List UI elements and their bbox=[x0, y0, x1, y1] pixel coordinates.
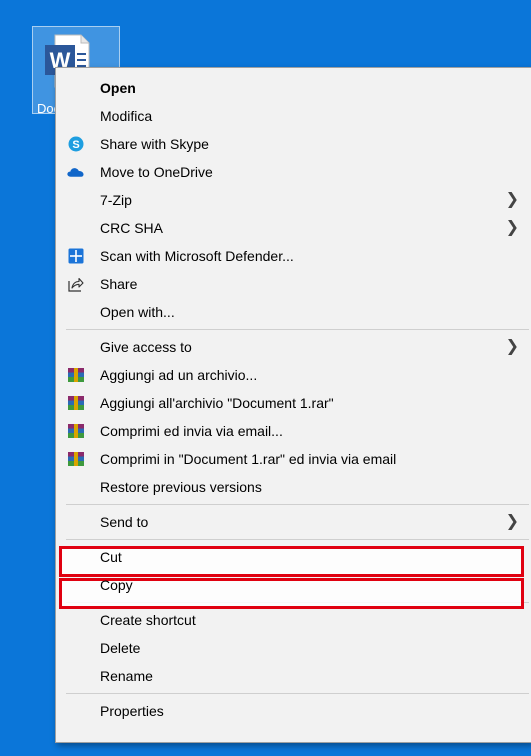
menu-item-scan-with-defender[interactable]: Scan with Microsoft Defender... bbox=[56, 242, 531, 270]
menu-separator bbox=[66, 329, 529, 330]
submenu-chevron-right-icon: ❯ bbox=[505, 191, 519, 208]
menu-item-label: Cut bbox=[100, 549, 122, 565]
onedrive-cloud-icon bbox=[67, 164, 84, 180]
menu-item-winrar-add-named-archive[interactable]: Aggiungi all'archivio "Document 1.rar" bbox=[56, 389, 531, 417]
menu-item-label: Delete bbox=[100, 640, 141, 656]
svg-text:S: S bbox=[72, 139, 79, 151]
menu-item-label: Scan with Microsoft Defender... bbox=[100, 248, 294, 264]
menu-item-create-shortcut[interactable]: Create shortcut bbox=[56, 606, 531, 634]
menu-item-give-access-to[interactable]: Give access to ❯ bbox=[56, 333, 531, 361]
menu-item-label: Rename bbox=[100, 668, 153, 684]
menu-item-crc-sha[interactable]: CRC SHA ❯ bbox=[56, 214, 531, 242]
menu-separator bbox=[66, 539, 529, 540]
menu-item-label: Share bbox=[100, 276, 138, 292]
menu-item-label: Comprimi in "Document 1.rar" ed invia vi… bbox=[100, 451, 397, 467]
context-menu: Open Modifica S Share with Skype Move to… bbox=[55, 67, 531, 743]
menu-item-winrar-compress-email[interactable]: Comprimi ed invia via email... bbox=[56, 417, 531, 445]
menu-item-label: Share with Skype bbox=[100, 136, 209, 152]
menu-item-label: Open with... bbox=[100, 304, 175, 320]
menu-item-label: 7-Zip bbox=[100, 192, 132, 208]
submenu-chevron-right-icon: ❯ bbox=[505, 513, 519, 530]
menu-separator bbox=[66, 693, 529, 694]
menu-separator bbox=[66, 504, 529, 505]
menu-item-properties[interactable]: Properties bbox=[56, 697, 531, 725]
defender-shield-icon bbox=[67, 248, 84, 264]
menu-item-label: Aggiungi all'archivio "Document 1.rar" bbox=[100, 395, 334, 411]
menu-item-7zip[interactable]: 7-Zip ❯ bbox=[56, 186, 531, 214]
menu-item-label: Modifica bbox=[100, 108, 153, 124]
winrar-icon bbox=[67, 451, 84, 467]
menu-item-restore-previous-versions[interactable]: Restore previous versions bbox=[56, 473, 531, 501]
menu-item-label: Restore previous versions bbox=[100, 479, 262, 495]
menu-item-share[interactable]: Share bbox=[56, 270, 531, 298]
menu-item-move-to-onedrive[interactable]: Move to OneDrive bbox=[56, 158, 531, 186]
menu-item-rename[interactable]: Rename bbox=[56, 662, 531, 690]
submenu-chevron-right-icon: ❯ bbox=[505, 338, 519, 355]
winrar-icon bbox=[67, 395, 84, 411]
menu-item-label: Copy bbox=[100, 577, 133, 593]
winrar-icon bbox=[67, 423, 84, 439]
menu-item-open[interactable]: Open bbox=[56, 74, 531, 102]
menu-item-label: Send to bbox=[100, 514, 149, 530]
menu-item-open-with[interactable]: Open with... bbox=[56, 298, 531, 326]
share-icon bbox=[67, 276, 84, 292]
menu-item-label: CRC SHA bbox=[100, 220, 164, 236]
menu-item-cut[interactable]: Cut bbox=[56, 543, 531, 571]
menu-item-winrar-add-archive[interactable]: Aggiungi ad un archivio... bbox=[56, 361, 531, 389]
winrar-icon bbox=[67, 367, 84, 383]
menu-item-winrar-compress-named-email[interactable]: Comprimi in "Document 1.rar" ed invia vi… bbox=[56, 445, 531, 473]
menu-item-label: Properties bbox=[100, 703, 164, 719]
menu-item-label: Move to OneDrive bbox=[100, 164, 213, 180]
menu-item-label: Open bbox=[100, 80, 136, 96]
submenu-chevron-right-icon: ❯ bbox=[505, 219, 519, 236]
menu-item-delete[interactable]: Delete bbox=[56, 634, 531, 662]
menu-item-copy[interactable]: Copy bbox=[56, 571, 531, 599]
skype-icon: S bbox=[67, 136, 84, 152]
menu-item-label: Give access to bbox=[100, 339, 192, 355]
menu-item-label: Create shortcut bbox=[100, 612, 196, 628]
menu-item-label: Comprimi ed invia via email... bbox=[100, 423, 283, 439]
menu-item-modifica[interactable]: Modifica bbox=[56, 102, 531, 130]
menu-item-share-with-skype[interactable]: S Share with Skype bbox=[56, 130, 531, 158]
menu-item-send-to[interactable]: Send to ❯ bbox=[56, 508, 531, 536]
menu-item-label: Aggiungi ad un archivio... bbox=[100, 367, 258, 383]
